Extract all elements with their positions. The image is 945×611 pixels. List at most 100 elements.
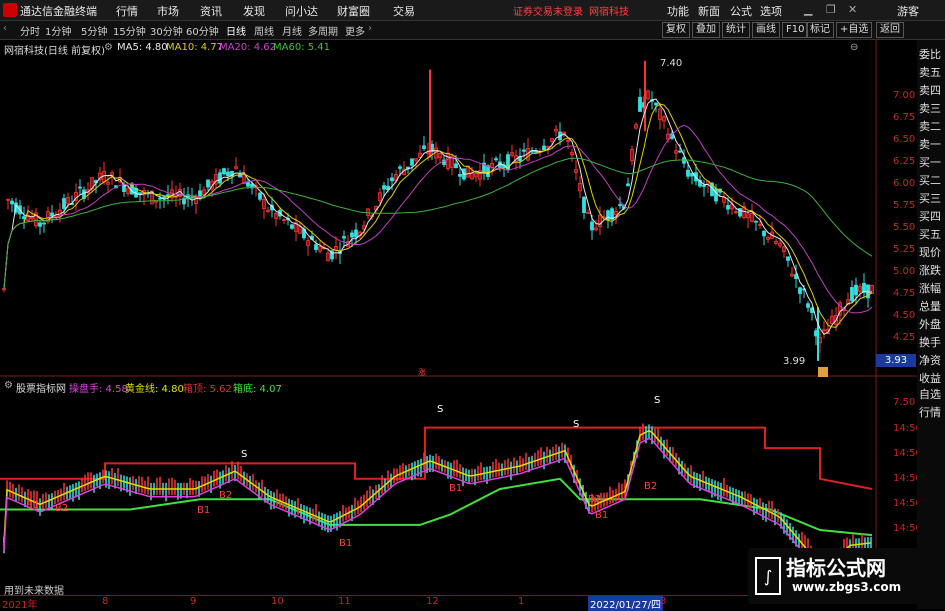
period-multi[interactable]: 多周期: [308, 23, 338, 38]
panel-hangqing[interactable]: 行情: [919, 404, 941, 420]
panel-zhangdie[interactable]: 涨跌: [919, 262, 941, 278]
settings-icon[interactable]: ⚙: [104, 42, 113, 53]
candle-body: [786, 256, 790, 261]
panel-mai5[interactable]: 卖五: [919, 64, 941, 80]
watermark-line1: 指标公式网: [786, 556, 886, 580]
app-logo-icon: [3, 3, 17, 17]
panel-xianjia[interactable]: 现价: [919, 244, 941, 260]
candle-body: [454, 163, 458, 169]
box-bottom-line: [0, 477, 873, 537]
biaoji-button[interactable]: 标记: [806, 22, 834, 38]
f10-button[interactable]: F10: [782, 22, 809, 38]
panel-buy5[interactable]: 买五: [919, 226, 941, 242]
back-button[interactable]: 返回: [876, 22, 904, 38]
ind-y-label: 7.50: [893, 397, 916, 408]
candle-body: [218, 172, 222, 184]
menu-xuanxiang[interactable]: 选项: [760, 3, 782, 19]
x-label: 9: [190, 596, 197, 607]
period-weekly[interactable]: 周线: [254, 23, 274, 38]
menu-wenxiaoda[interactable]: 问小达: [285, 3, 318, 19]
candle-body: [542, 145, 546, 151]
candle-body: [590, 221, 594, 231]
guest-label[interactable]: 游客: [897, 3, 919, 19]
panel-zhangfu[interactable]: 涨幅: [919, 280, 941, 296]
panel-buy3[interactable]: 买三: [919, 190, 941, 206]
low-price-label: 3.99: [783, 356, 806, 367]
panel-mai1[interactable]: 卖一: [919, 136, 941, 152]
panel-buy2[interactable]: 买二: [919, 172, 941, 188]
panel-buy4[interactable]: 买四: [919, 208, 941, 224]
candle-body: [638, 96, 642, 112]
candle-body: [42, 222, 46, 225]
menu-xinmian[interactable]: 新面: [698, 3, 720, 19]
minimize-icon[interactable]: ▁: [804, 3, 812, 16]
menu-shichang[interactable]: 市场: [157, 3, 179, 19]
panel-zongliang[interactable]: 总量: [919, 298, 941, 314]
panel-weibi[interactable]: 委比: [919, 46, 941, 62]
close-icon[interactable]: ✕: [848, 3, 857, 16]
panel-mai2[interactable]: 卖二: [919, 118, 941, 134]
diejia-button[interactable]: 叠加: [692, 22, 720, 38]
period-more[interactable]: 更多: [345, 23, 365, 38]
signal-b1: B1: [449, 483, 463, 494]
x-label: 1: [518, 596, 525, 607]
high-price-label: 7.40: [660, 58, 683, 69]
quote-panel: 委比 卖五 卖四 卖三 卖二 卖一 买一 买二 买三 买四 买五 现价 涨跌 涨…: [917, 40, 945, 609]
chart-marker: 涨: [418, 368, 426, 377]
period-5min[interactable]: 5分钟: [81, 23, 107, 38]
candle-body: [342, 236, 346, 239]
y-label: 7.00: [893, 90, 916, 101]
chart-minus-icon[interactable]: ⊖: [850, 42, 858, 53]
menu-caifuquan[interactable]: 财富圈: [337, 3, 370, 19]
tongji-button[interactable]: 统计: [722, 22, 750, 38]
ma5-label: MA5: 4.80: [117, 42, 168, 53]
menu-hangqing[interactable]: 行情: [116, 3, 138, 19]
candle-body: [702, 184, 706, 187]
period-daily[interactable]: 日线: [226, 23, 246, 38]
candle-body: [390, 177, 394, 182]
panel-huanshou[interactable]: 换手: [919, 334, 941, 350]
panel-mai4[interactable]: 卖四: [919, 82, 941, 98]
candle-body: [410, 158, 414, 166]
huaxian-button[interactable]: 画线: [752, 22, 780, 38]
panel-jingzi[interactable]: 净资: [919, 352, 941, 368]
candle-body: [422, 145, 426, 149]
y-label: 5.25: [893, 244, 916, 255]
fuquan-button[interactable]: 复权: [662, 22, 690, 38]
menu-faxian[interactable]: 发现: [243, 3, 265, 19]
login-status[interactable]: 证券交易未登录: [513, 3, 583, 18]
period-30min[interactable]: 30分钟: [150, 23, 183, 38]
candle-body: [158, 197, 162, 200]
menu-zixun[interactable]: 资讯: [200, 3, 222, 19]
period-60min[interactable]: 60分钟: [186, 23, 219, 38]
panel-waipan[interactable]: 外盘: [919, 316, 941, 332]
y-label: 5.50: [893, 222, 916, 233]
chevron-left-icon[interactable]: ‹: [3, 23, 7, 34]
restore-icon[interactable]: ❐: [826, 3, 836, 16]
candle-body: [806, 303, 810, 308]
period-1min[interactable]: 1分钟: [45, 23, 71, 38]
y-label: 4.50: [893, 310, 916, 321]
period-fenshi[interactable]: 分时: [20, 23, 40, 38]
candle-body: [226, 171, 230, 177]
menu-gongshi[interactable]: 公式: [730, 3, 752, 19]
candle-body: [62, 198, 66, 209]
menu-gongneng[interactable]: 功能: [667, 3, 689, 19]
indicator-settings-icon[interactable]: ⚙: [4, 380, 13, 391]
period-monthly[interactable]: 月线: [282, 23, 302, 38]
ma60-label: MA60: 5.41: [273, 42, 331, 53]
candle-body: [78, 186, 82, 189]
panel-mai3[interactable]: 卖三: [919, 100, 941, 116]
menu-jiaoyi[interactable]: 交易: [393, 3, 415, 19]
signal-b1: B1: [595, 510, 609, 521]
kline-canvas[interactable]: [0, 40, 917, 596]
add-watchlist-button[interactable]: +自选: [836, 22, 873, 38]
panel-shouyi[interactable]: 收益: [919, 370, 941, 386]
panel-buy1[interactable]: 买一: [919, 154, 941, 170]
period-toolbar: ‹ 分时 1分钟 5分钟 15分钟 30分钟 60分钟 日线 周线 月线 多周期…: [0, 21, 945, 40]
ma10-label: MA10: 4.77: [166, 42, 224, 53]
panel-zixuan[interactable]: 自选: [919, 386, 941, 402]
chevron-down-icon[interactable]: ›: [368, 23, 372, 34]
period-15min[interactable]: 15分钟: [113, 23, 146, 38]
signal-b1: B1: [339, 538, 353, 549]
